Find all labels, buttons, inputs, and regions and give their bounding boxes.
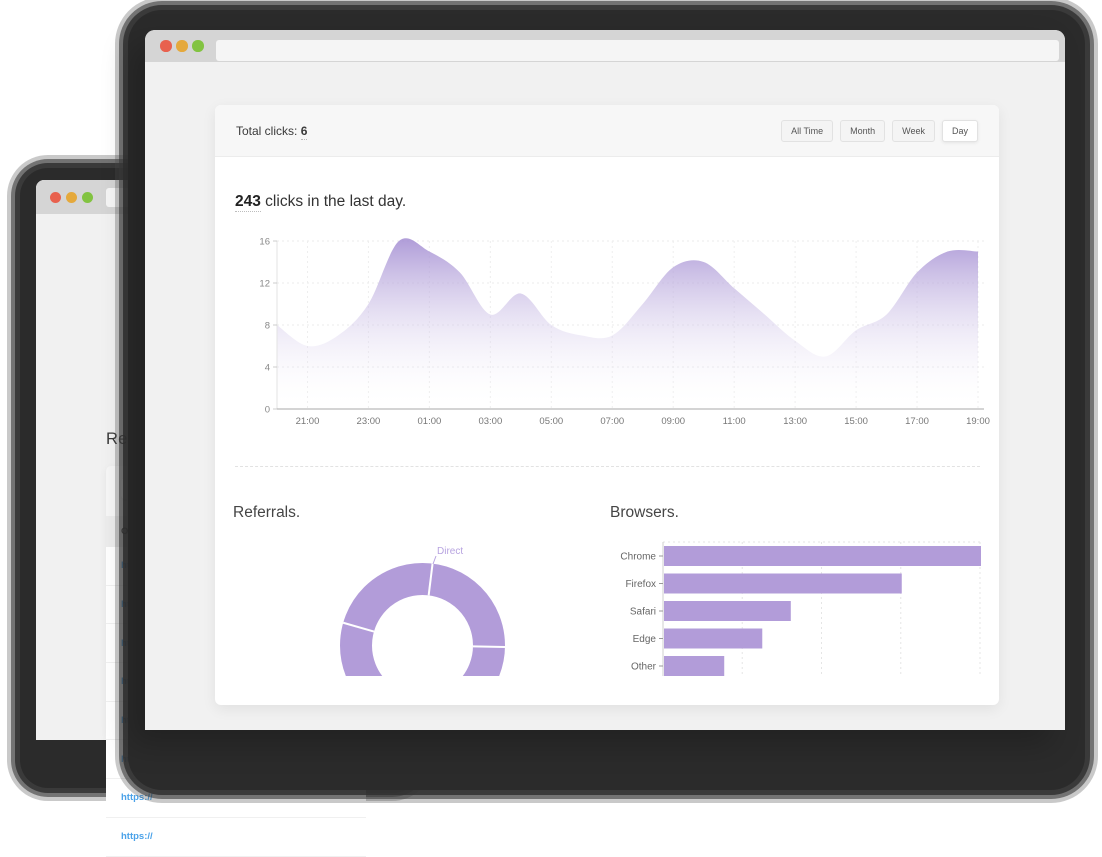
svg-text:12: 12	[259, 279, 270, 290]
svg-text:09:00: 09:00	[661, 416, 685, 427]
filter-button-all-time[interactable]: All Time	[781, 120, 833, 142]
svg-text:Chrome: Chrome	[620, 552, 656, 563]
svg-text:4: 4	[265, 363, 270, 374]
svg-text:21:00: 21:00	[296, 416, 320, 427]
close-window-icon[interactable]	[50, 192, 61, 203]
clicks-headline-text: clicks in the last day.	[261, 193, 406, 210]
filter-button-week[interactable]: Week	[892, 120, 935, 142]
svg-text:05:00: 05:00	[539, 416, 563, 427]
browsers-title: Browsers.	[610, 504, 679, 522]
donut-slice-label-direct: Direct	[437, 546, 463, 557]
svg-text:19:00: 19:00	[966, 416, 990, 427]
svg-text:01:00: 01:00	[418, 416, 442, 427]
clicks-count: 243	[235, 193, 261, 212]
original-url-link[interactable]: https://	[121, 831, 153, 842]
svg-text:8: 8	[265, 321, 270, 332]
filter-button-day[interactable]: Day	[942, 120, 978, 142]
svg-text:07:00: 07:00	[600, 416, 624, 427]
main-browser-window: Total clicks: 6 All Time Month Week Day 243…	[145, 30, 1065, 730]
svg-text:17:00: 17:00	[905, 416, 929, 427]
total-clicks-text: Total clicks:	[236, 124, 297, 138]
svg-text:0: 0	[265, 405, 270, 416]
minimize-window-icon[interactable]	[66, 192, 77, 203]
total-clicks-value: 6	[301, 124, 308, 140]
main-address-bar[interactable]	[216, 40, 1059, 61]
total-clicks-label: Total clicks: 6	[236, 124, 307, 138]
svg-text:Firefox: Firefox	[625, 579, 656, 590]
fullscreen-window-icon[interactable]	[82, 192, 93, 203]
referrals-title: Referrals.	[233, 504, 300, 522]
filter-button-month[interactable]: Month	[840, 120, 885, 142]
svg-text:03:00: 03:00	[478, 416, 502, 427]
section-divider	[235, 466, 980, 467]
minimize-window-icon[interactable]	[176, 40, 188, 52]
card-header: Total clicks: 6 All Time Month Week Day	[215, 105, 999, 157]
close-window-icon[interactable]	[160, 40, 172, 52]
referrals-donut-chart: Direct	[330, 535, 530, 676]
svg-text:15:00: 15:00	[844, 416, 868, 427]
table-row: https://	[106, 818, 366, 857]
browsers-bar-chart: Chrome Firefox Safari Edge Other	[608, 535, 1003, 676]
svg-text:16: 16	[259, 237, 270, 248]
fullscreen-window-icon[interactable]	[192, 40, 204, 52]
svg-text:Other: Other	[631, 662, 657, 673]
svg-text:13:00: 13:00	[783, 416, 807, 427]
svg-text:Safari: Safari	[630, 607, 656, 618]
svg-text:23:00: 23:00	[357, 416, 381, 427]
clicks-area-chart: 0 4 8 12 16 21:00 23:00 01:00 03:00 05:00 07:00 09:…	[250, 232, 995, 432]
svg-text:11:00: 11:00	[723, 416, 746, 427]
analytics-card: Total clicks: 6 All Time Month Week Day 243…	[215, 105, 999, 705]
time-filter-group: All Time Month Week Day	[781, 120, 978, 142]
original-url-link[interactable]: https://	[121, 792, 153, 803]
clicks-headline: 243 clicks in the last day.	[235, 193, 406, 211]
svg-text:Edge: Edge	[633, 634, 657, 645]
